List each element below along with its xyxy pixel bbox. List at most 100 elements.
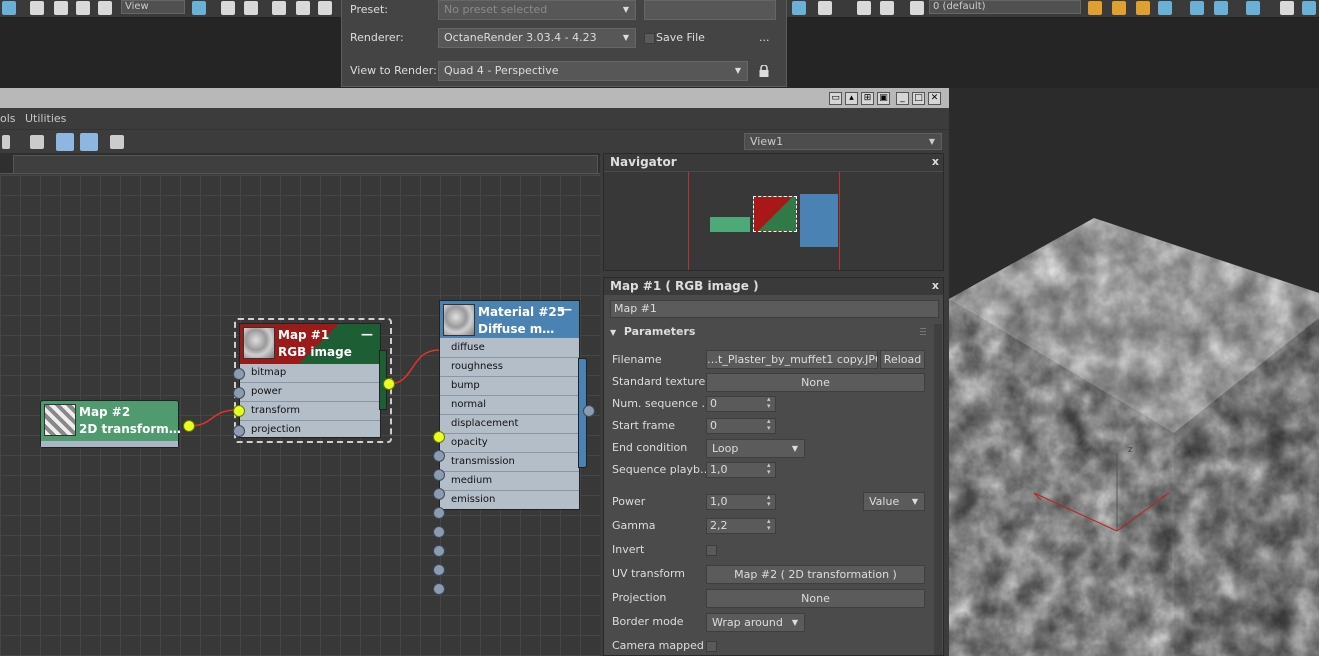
view-selector-dropdown[interactable]: View1 ▼ [744,133,942,150]
background-icon[interactable] [110,135,124,149]
reference-coordinate-dropdown[interactable]: View [121,0,185,14]
transmission-input-socket[interactable] [433,545,445,557]
named-selection-icon[interactable] [792,1,806,15]
panel-scrollbar[interactable] [934,324,942,655]
save-file-browse-button[interactable]: ... [759,31,770,44]
freeze-icon[interactable] [910,1,924,15]
layer-select-icon[interactable] [1112,1,1126,15]
show-map-icon[interactable] [80,133,98,151]
map2-output-socket[interactable] [183,420,195,432]
view-to-render-dropdown[interactable]: Quad 4 - Perspective ▼ [438,61,748,81]
layer-highlight-icon[interactable] [1136,1,1150,15]
layer-manager-icon[interactable] [857,1,871,15]
layer-toggle-icon[interactable] [880,1,894,15]
power-mode-dropdown[interactable]: Value ▼ [863,492,925,511]
bitmap-input-socket[interactable] [233,368,245,380]
projection-button[interactable]: None [706,589,925,608]
map-name-field[interactable]: Map #1 [610,300,939,318]
render-frame-icon[interactable] [1302,1,1316,15]
navigator-view[interactable] [604,172,943,270]
medium-input-socket[interactable] [433,564,445,576]
place-icon[interactable] [98,1,112,15]
slot-projection[interactable]: projection [240,421,380,440]
move-icon[interactable] [30,1,44,15]
slot-power[interactable]: power [240,383,380,402]
slot-diffuse[interactable]: diffuse [440,339,579,358]
scale-icon[interactable] [76,1,90,15]
maximize-button[interactable]: □ [912,92,925,105]
dock-button[interactable]: ⊞ [861,92,874,105]
rotate-icon[interactable] [54,1,68,15]
start-frame-spinner[interactable]: 0 [706,418,776,434]
tile-button[interactable]: ▣ [877,92,890,105]
invert-checkbox[interactable] [706,545,717,556]
node-material25[interactable]: Material #25 Diffuse m… — diffuse roughn… [439,300,580,510]
slot-transmission[interactable]: transmission [440,453,579,472]
schematic-view-icon[interactable] [1214,1,1228,15]
close-button[interactable]: ✕ [928,92,941,105]
border-mode-dropdown[interactable]: Wrap around ▼ [706,613,805,632]
diffuse-input-socket[interactable] [433,431,445,443]
node-map1[interactable]: Map #1 RGB image — bitmap power transfor… [239,323,381,438]
select-manipulate-icon[interactable] [221,1,235,15]
keyboard-shortcut-icon[interactable] [244,1,258,15]
map1-output-socket[interactable] [383,378,395,390]
menu-utilities[interactable]: Utilities [25,112,66,125]
percent-snap-icon[interactable] [318,1,332,15]
power-input-socket[interactable] [233,387,245,399]
slot-medium[interactable]: medium [440,472,579,491]
slot-roughness[interactable]: roughness [440,358,579,377]
emission-input-socket[interactable] [433,583,445,595]
displacement-input-socket[interactable] [433,507,445,519]
material-editor-icon[interactable] [1246,1,1260,15]
close-icon[interactable]: x [932,154,939,170]
layer-add-icon[interactable] [1088,1,1102,15]
save-file-checkbox[interactable] [644,33,655,44]
transform-input-socket[interactable] [233,405,245,417]
end-condition-dropdown[interactable]: Loop ▼ [706,439,805,458]
menu-tools[interactable]: ols [0,112,16,125]
node-view-canvas[interactable]: Map #2 2D transform… Map #1 RGB image — … [0,175,600,656]
minimize-button[interactable]: _ [896,92,909,105]
float-button[interactable]: ▴ [845,92,858,105]
angle-snap-icon[interactable] [296,1,310,15]
layer-dropdown[interactable]: 0 (default) [929,0,1081,14]
slot-bump[interactable]: bump [440,377,579,396]
node-map2[interactable]: Map #2 2D transform… [40,400,181,448]
show-slots-icon[interactable] [56,133,74,151]
preset-dropdown[interactable]: No preset selected ▼ [438,0,636,20]
sequence-playback-spinner[interactable]: 1,0 [706,462,776,478]
layout-children-icon[interactable] [30,135,44,149]
filename-button[interactable]: …t_Plaster_by_muffet1 copy.JPG [706,350,878,369]
gamma-spinner[interactable]: 2,2 [706,518,776,534]
num-sequence-spinner[interactable]: 0 [706,396,776,412]
pivot-icon[interactable] [192,1,206,15]
close-icon[interactable]: x [932,278,939,294]
collapse-icon[interactable]: — [560,302,572,316]
graph-editor-icon[interactable] [1190,1,1204,15]
uv-transform-button[interactable]: Map #2 ( 2D transformation ) [706,565,925,584]
window-titlebar[interactable]: ▭ ▴ ⊞ ▣ _ □ ✕ [0,88,949,108]
slot-displacement[interactable]: displacement [440,415,579,434]
material-output-socket[interactable] [583,405,595,417]
opacity-input-socket[interactable] [433,526,445,538]
standard-texture-button[interactable]: None [706,373,925,392]
view-tab[interactable] [13,155,598,173]
renderer-dropdown[interactable]: OctaneRender 3.03.4 - 4.23 ▼ [438,28,636,48]
roughness-input-socket[interactable] [433,450,445,462]
lock-icon[interactable] [759,64,769,77]
slot-transform[interactable]: transform [240,402,380,421]
collapse-icon[interactable]: — [361,327,373,341]
camera-mapped-checkbox[interactable] [706,641,717,652]
power-spinner[interactable]: 1,0 [706,494,776,510]
slot-emission[interactable]: emission [440,491,579,510]
perspective-viewport[interactable]: z [949,88,1319,656]
slot-opacity[interactable]: opacity [440,434,579,453]
select-tool-icon[interactable] [2,135,10,149]
projection-input-socket[interactable] [233,425,245,437]
snap-3d-icon[interactable] [272,1,286,15]
minimize-docked-button[interactable]: ▭ [829,92,842,105]
parameters-rollout[interactable]: ▼ Parameters [610,325,695,338]
normal-input-socket[interactable] [433,488,445,500]
bump-input-socket[interactable] [433,469,445,481]
